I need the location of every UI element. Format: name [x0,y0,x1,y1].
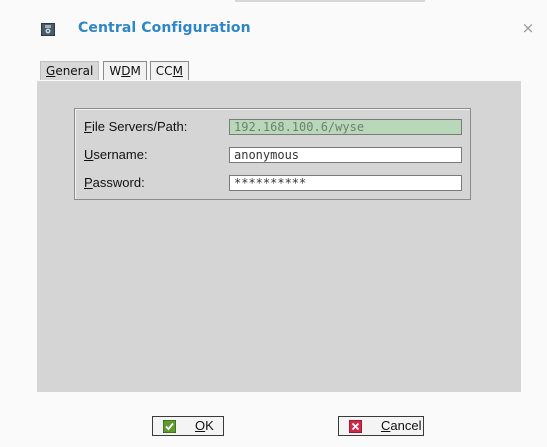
general-tab-panel: File Servers/Path: 192.168.100.6/wyse Us… [37,81,521,392]
gear-icon [41,23,55,36]
tab-wdm[interactable]: WDM [103,61,147,80]
window-top-border [235,0,425,2]
dialog-title: Central Configuration [78,20,251,36]
password-field[interactable]: ********** [229,175,462,191]
file-servers-field: 192.168.100.6/wyse [229,119,462,135]
ok-button[interactable]: OK [152,416,224,436]
file-servers-label: File Servers/Path: [84,119,188,134]
cancel-icon [348,419,363,434]
tab-bar: General WDM CCM [40,61,192,81]
close-icon[interactable]: × [521,20,535,36]
tab-ccm[interactable]: CCM [149,61,189,80]
cancel-button-label: Cancel [381,418,422,433]
button-bar [0,392,547,447]
username-field[interactable]: anonymous [229,147,462,163]
cancel-button[interactable]: Cancel [338,416,424,436]
username-label: Username: [84,147,148,162]
ok-button-label: OK [195,418,214,433]
password-label: Password: [84,175,145,190]
tab-general[interactable]: General [40,61,100,80]
check-icon [162,419,177,434]
central-configuration-dialog: Central Configuration × General WDM CCM … [0,0,547,447]
